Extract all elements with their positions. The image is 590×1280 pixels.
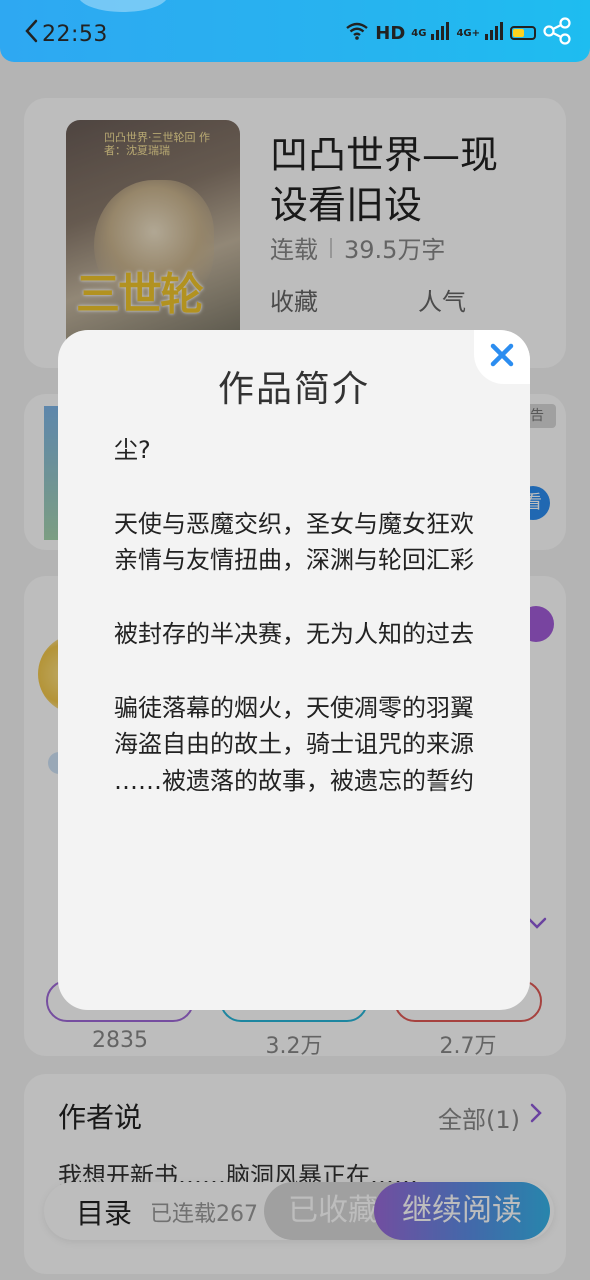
- synopsis-line: 天使与恶魔交织，圣女与魔女狂欢: [114, 509, 474, 538]
- status-time: 22:53: [42, 22, 108, 47]
- hd-indicator: HD: [375, 22, 406, 44]
- synopsis-line: 被封存的半决赛，无为人知的过去: [114, 619, 474, 648]
- network-label-1: 4G: [411, 27, 427, 39]
- status-bar: 22:53 HD 4G 4G+: [0, 0, 590, 62]
- status-bubble: [78, 0, 168, 12]
- synopsis-text[interactable]: 尘? 天使与恶魔交织，圣女与魔女狂欢 亲情与友情扭曲，深渊与轮回汇彩 被封存的半决赛，…: [114, 432, 488, 952]
- synopsis-line: 尘?: [114, 436, 151, 464]
- status-icons: HD 4G 4G+: [345, 16, 572, 50]
- synopsis-blank-line: [114, 469, 488, 506]
- synopsis-blank-line: [114, 653, 488, 690]
- signal-icon-1: [430, 21, 450, 45]
- share-icon[interactable]: [542, 16, 572, 50]
- synopsis-blank-line: [114, 579, 488, 616]
- synopsis-line: 骗徒落幕的烟火，天使凋零的羽翼: [114, 693, 474, 722]
- synopsis-line: 亲情与友情扭曲，深渊与轮回汇彩: [114, 546, 474, 575]
- battery-icon: [510, 26, 536, 40]
- synopsis-fade: [58, 932, 530, 972]
- synopsis-line: ……被遗落的故事，被遗忘的誓约: [114, 767, 474, 796]
- dialog-title: 作品简介: [217, 369, 370, 410]
- wifi-icon: [345, 21, 369, 45]
- signal-icon-2: [484, 21, 504, 45]
- back-chevron-icon[interactable]: [22, 18, 40, 44]
- network-label-2: 4G+: [456, 27, 480, 39]
- synopsis-line: 海盗自由的故土，骑士诅咒的来源: [114, 730, 474, 759]
